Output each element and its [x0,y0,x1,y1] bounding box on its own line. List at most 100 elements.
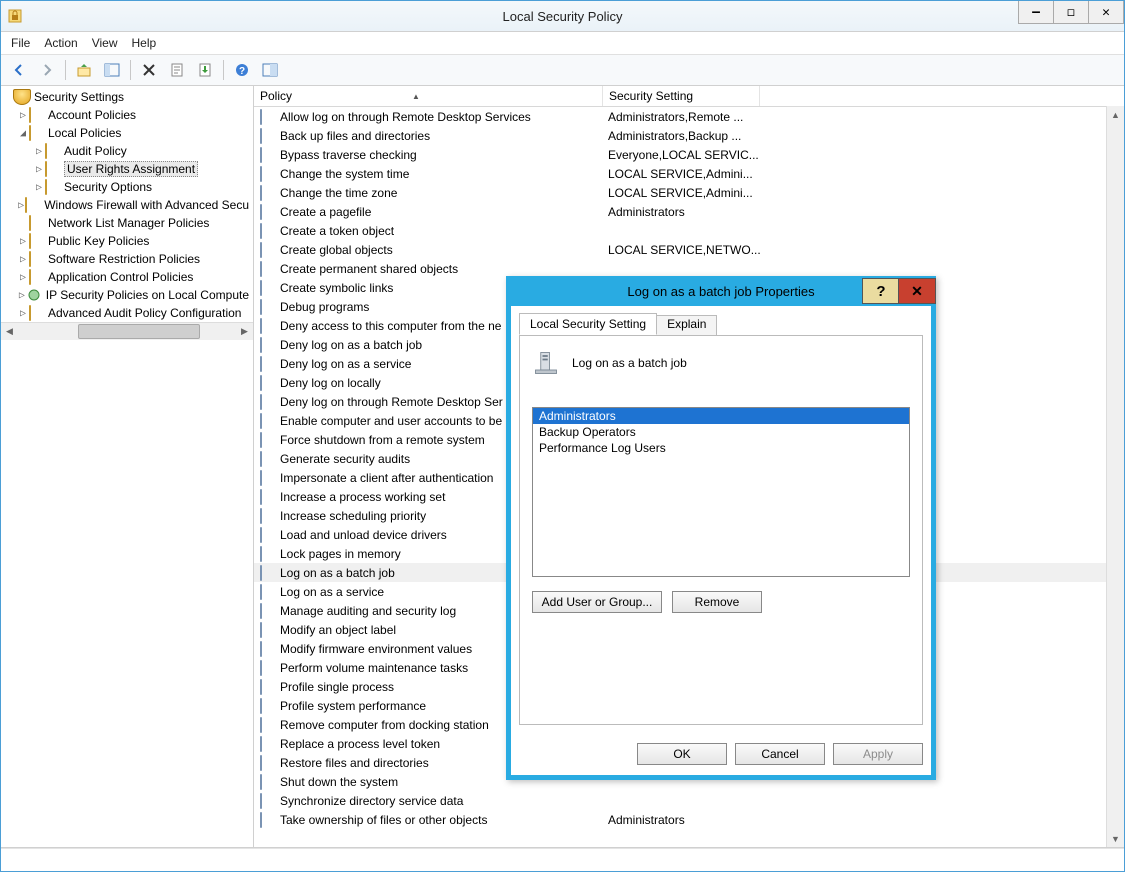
statusbar [1,848,1124,871]
forward-button[interactable] [35,58,59,82]
back-button[interactable] [7,58,31,82]
member-item[interactable]: Administrators [533,408,909,424]
add-user-group-button[interactable]: Add User or Group... [532,591,662,613]
policy-icon [260,718,276,732]
folder-icon [27,288,43,302]
tree-twisty[interactable]: ▷ [33,164,45,175]
policy-icon [260,110,276,124]
tree-item[interactable]: ▷ Security Options [1,178,253,196]
policy-name: Log on as a batch job [280,566,395,580]
help-button[interactable]: ? [230,58,254,82]
list-row[interactable]: Back up files and directoriesAdministrat… [254,126,1124,145]
member-item[interactable]: Performance Log Users [533,440,909,456]
tree-twisty[interactable]: ▷ [33,182,45,193]
list-row[interactable]: Allow log on through Remote Desktop Serv… [254,107,1124,126]
tree-twisty[interactable]: ▷ [17,290,27,301]
dialog-policy-name: Log on as a batch job [572,356,687,370]
list-row[interactable]: Change the time zoneLOCAL SERVICE,Admini… [254,183,1124,202]
folder-icon [29,234,45,248]
tree-item[interactable]: ▷IP Security Policies on Local Compute [1,286,253,304]
tree-twisty[interactable]: ▷ [17,308,29,319]
policy-icon [260,509,276,523]
policy-icon [260,680,276,694]
delete-button[interactable] [137,58,161,82]
tree-item[interactable]: ▷User Rights Assignment [1,160,253,178]
minimize-button[interactable]: — [1018,1,1054,24]
refresh-button[interactable] [258,58,282,82]
col-security-setting[interactable]: Security Setting [603,86,760,106]
main-window: Local Security Policy — ◻ ✕ File Action … [0,0,1125,872]
tree-hscroll[interactable]: ◀▶ [1,322,253,340]
tree-twisty[interactable]: ▷ [17,254,29,265]
apply-button[interactable]: Apply [833,743,923,765]
tree-twisty[interactable]: ▷ [17,200,25,211]
dialog-close-button[interactable]: ✕ [898,278,936,304]
folder-icon [29,108,45,122]
list-row[interactable]: Synchronize directory service data [254,791,1124,810]
tree-twisty[interactable]: ▷ [17,236,29,247]
tree-item-label: Network List Manager Policies [48,216,209,230]
list-row[interactable]: Bypass traverse checkingEveryone,LOCAL S… [254,145,1124,164]
policy-name: Enable computer and user accounts to be [280,414,502,428]
up-button[interactable] [72,58,96,82]
list-row[interactable]: Take ownership of files or other objects… [254,810,1124,829]
tree-twisty[interactable]: ▷ [17,272,29,283]
tree-item[interactable]: Network List Manager Policies [1,214,253,232]
list-row[interactable]: Create global objectsLOCAL SERVICE,NETWO… [254,240,1124,259]
tree-item[interactable]: ▷Windows Firewall with Advanced Secu [1,196,253,214]
maximize-button[interactable]: ◻ [1053,1,1089,24]
export-list-button[interactable] [193,58,217,82]
cancel-button[interactable]: Cancel [735,743,825,765]
policy-name: Increase scheduling priority [280,509,426,523]
list-row[interactable]: Create a token object [254,221,1124,240]
policy-icon [260,357,276,371]
policy-name: Increase a process working set [280,490,445,504]
close-button[interactable]: ✕ [1088,1,1124,24]
tree-item[interactable]: ▷Public Key Policies [1,232,253,250]
members-listbox[interactable]: AdministratorsBackup OperatorsPerformanc… [532,407,910,577]
tree-item[interactable]: ▷Audit Policy [1,142,253,160]
menu-action[interactable]: Action [44,36,77,50]
tree-item[interactable]: ▷Application Control Policies [1,268,253,286]
list-row[interactable]: Change the system timeLOCAL SERVICE,Admi… [254,164,1124,183]
list-row[interactable]: Create a pagefileAdministrators [254,202,1124,221]
tree-item-label: Local Policies [48,126,121,140]
security-setting-value: Administrators [602,205,1008,219]
policy-icon [260,604,276,618]
dialog-help-button[interactable]: ? [862,278,900,304]
policy-name: Lock pages in memory [280,547,401,561]
tree-root[interactable]: Security Settings [1,88,253,106]
security-setting-value: LOCAL SERVICE,NETWO... [602,243,1008,257]
tab-explain[interactable]: Explain [656,315,717,335]
properties-button[interactable] [165,58,189,82]
policy-name: Deny log on through Remote Desktop Ser [280,395,503,409]
remove-button[interactable]: Remove [672,591,762,613]
tree-twisty[interactable]: ▷ [17,110,29,121]
ok-button[interactable]: OK [637,743,727,765]
show-hide-tree-button[interactable] [100,58,124,82]
tree-item[interactable]: ▷Advanced Audit Policy Configuration [1,304,253,322]
menu-file[interactable]: File [11,36,30,50]
tree-item[interactable]: ◢ Local Policies [1,124,253,142]
list-vscroll[interactable]: ▲ ▼ [1106,106,1124,847]
menu-view[interactable]: View [92,36,118,50]
menu-help[interactable]: Help [132,36,157,50]
policy-name: Create symbolic links [280,281,393,295]
policy-icon [260,585,276,599]
security-setting-value: Administrators [602,813,1008,827]
col-policy[interactable]: Policy [254,86,603,106]
titlebar: Local Security Policy — ◻ ✕ [1,1,1124,32]
member-item[interactable]: Backup Operators [533,424,909,440]
policy-name: Create a token object [280,224,394,238]
tree-item-label: Security Options [64,180,152,194]
tab-local-security-setting[interactable]: Local Security Setting [519,313,657,335]
tree-item[interactable]: ▷Software Restriction Policies [1,250,253,268]
policy-icon [260,395,276,409]
tree-item[interactable]: ▷Account Policies [1,106,253,124]
policy-icon [260,661,276,675]
server-icon [532,349,560,377]
tree-twisty[interactable]: ▷ [33,146,45,157]
policy-icon [260,547,276,561]
policy-icon [260,794,276,808]
tree-twisty[interactable]: ◢ [17,128,29,139]
